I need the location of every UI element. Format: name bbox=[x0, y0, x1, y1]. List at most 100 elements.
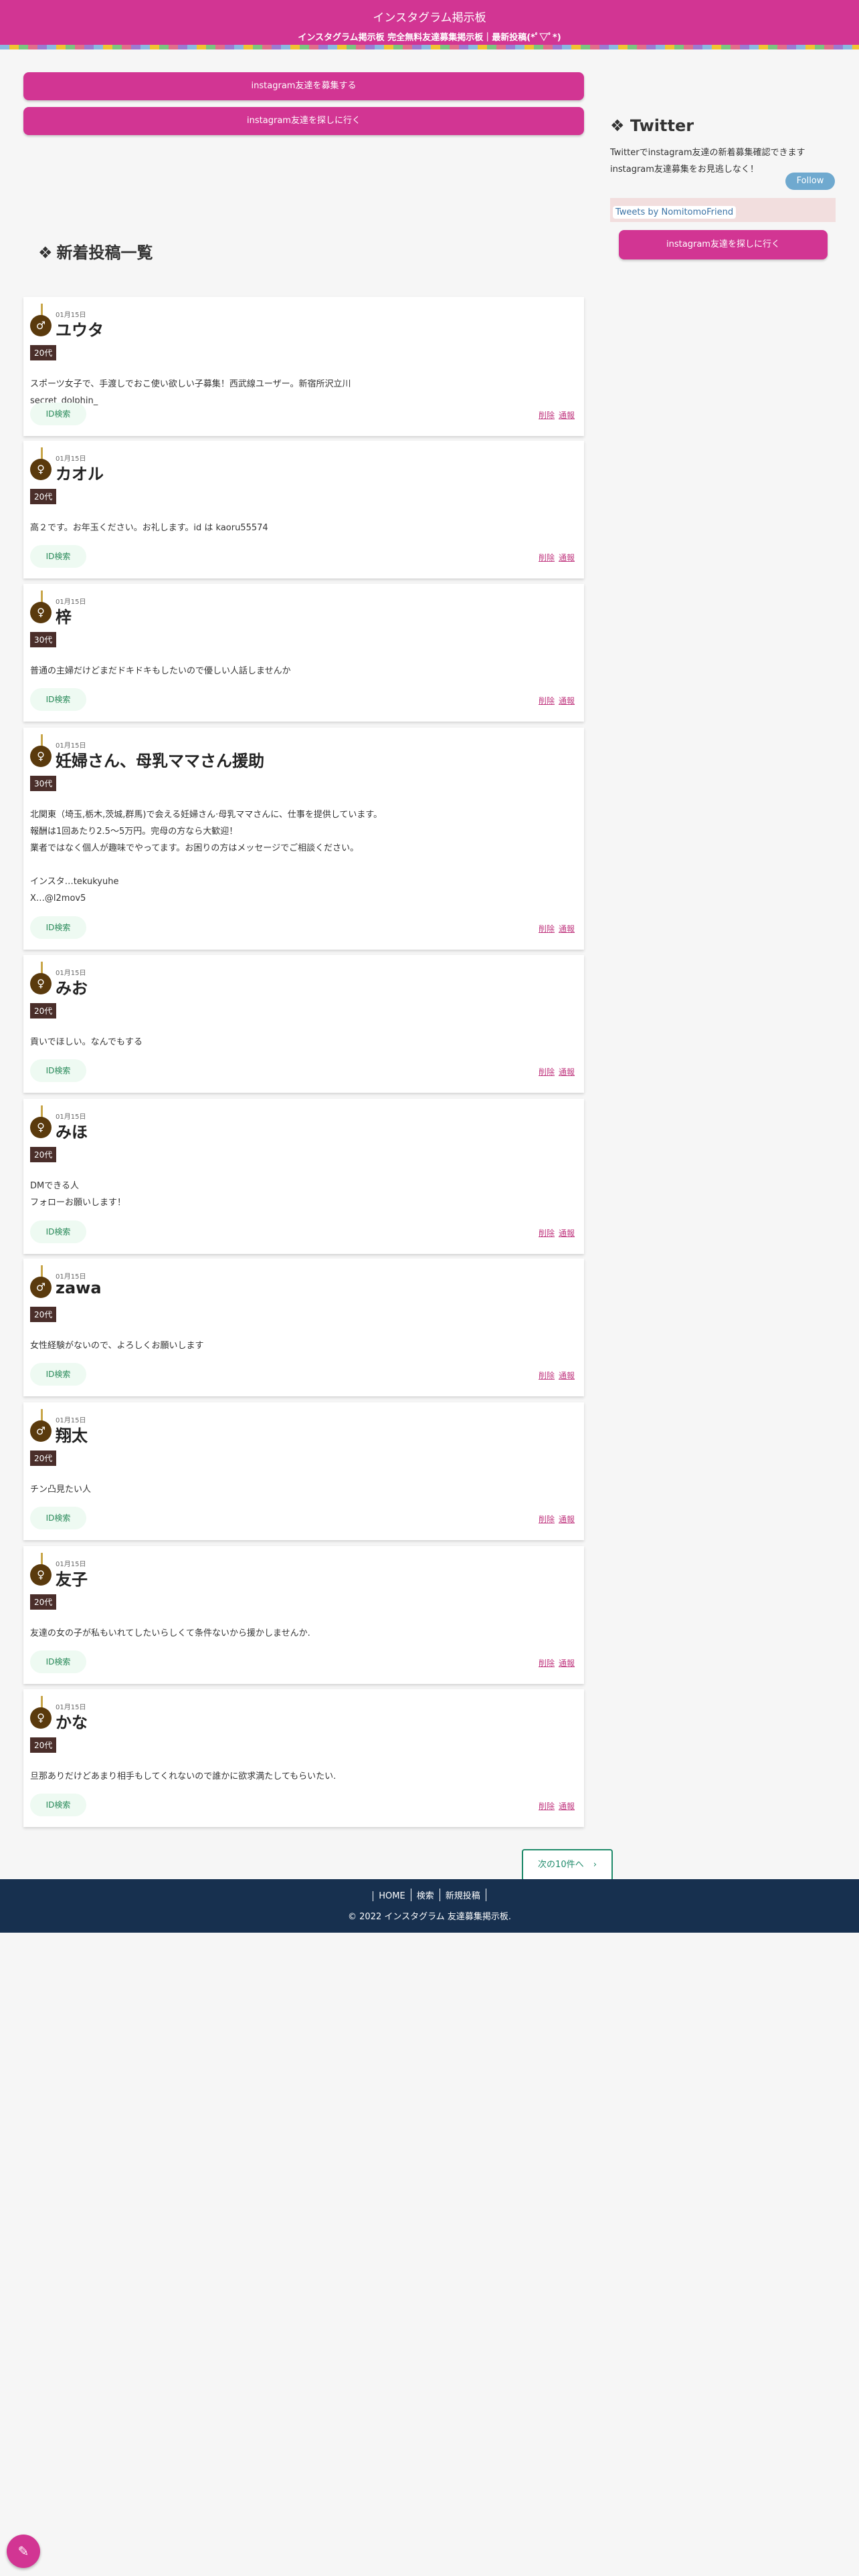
post-card: 01月15日 ♀ 梓 30代 普通の主婦だけどまだドキドキもしたいので優しい人話しません… bbox=[23, 584, 584, 722]
post-accent-line bbox=[41, 1553, 43, 1565]
tweets-embed: Tweets by NomitomoFriend bbox=[610, 198, 836, 222]
post-name: カオル bbox=[56, 465, 104, 484]
site-title[interactable]: インスタグラム掲示板 bbox=[0, 0, 859, 25]
post-message: 旦那ありだけどあまり相手もしてくれないので誰かに欲求満たしてもらいたい. bbox=[30, 1772, 337, 1782]
delete-link[interactable]: 削除 bbox=[539, 411, 555, 420]
post-message: チン凸見たい人 bbox=[30, 1485, 92, 1495]
footer-link-new-post[interactable]: 新規投稿 bbox=[439, 1889, 486, 1901]
site-subtitle: インスタグラム掲示板 完全無料友達募集掲示板｜最新投稿(*ﾟ▽ﾟ*) bbox=[298, 33, 561, 43]
recruit-friend-button[interactable]: instagram友達を募集する bbox=[23, 72, 584, 100]
post-accent-line bbox=[41, 1696, 43, 1708]
post-actions: 削除 通報 bbox=[535, 1800, 575, 1812]
delete-link[interactable]: 削除 bbox=[539, 1228, 555, 1238]
id-search-button[interactable]: ID検索 bbox=[30, 1507, 86, 1529]
delete-link[interactable]: 削除 bbox=[539, 1371, 555, 1380]
delete-link[interactable]: 削除 bbox=[539, 1802, 555, 1811]
post-name: 翔太 bbox=[56, 1426, 88, 1445]
gender-icon: ♀ bbox=[30, 602, 52, 623]
id-search-button[interactable]: ID検索 bbox=[30, 1794, 86, 1816]
id-search-button[interactable]: ID検索 bbox=[30, 403, 86, 425]
follow-button[interactable]: Follow bbox=[785, 173, 835, 190]
gender-icon: ♀ bbox=[30, 459, 52, 480]
chevron-right-icon: › bbox=[593, 1860, 597, 1870]
report-link[interactable]: 通報 bbox=[559, 1067, 575, 1077]
site-footer: HOME 検索 新規投稿 © 2022 インスタグラム 友達募集掲示板. bbox=[0, 1879, 859, 1933]
gender-icon: ♀ bbox=[30, 746, 52, 767]
copyright: © 2022 インスタグラム 友達募集掲示板. bbox=[348, 1912, 511, 1922]
post-message: DMできる人 フォローお願いします！ bbox=[30, 1181, 126, 1208]
delete-link[interactable]: 削除 bbox=[539, 1067, 555, 1077]
post-card: 01月15日 ♀ みほ 20代 DMできる人 フォローお願いします！ ID検索 削除 通報 bbox=[23, 1099, 584, 1254]
post-actions: 削除 通報 bbox=[535, 1513, 575, 1525]
post-actions: 削除 通報 bbox=[535, 1227, 575, 1239]
gender-icon: ♀ bbox=[30, 973, 52, 994]
section-title: ❖ 新着投稿一覧 bbox=[38, 239, 153, 263]
post-name: みお bbox=[56, 979, 88, 998]
post-name: かな bbox=[56, 1713, 88, 1732]
report-link[interactable]: 通報 bbox=[559, 411, 575, 420]
twitter-title: ❖ Twitter bbox=[610, 116, 836, 135]
report-link[interactable]: 通報 bbox=[559, 553, 575, 562]
tweets-link[interactable]: Tweets by NomitomoFriend bbox=[613, 206, 737, 219]
report-link[interactable]: 通報 bbox=[559, 1371, 575, 1380]
id-search-button[interactable]: ID検索 bbox=[30, 1363, 86, 1386]
post-card: 01月15日 ♂ zawa 20代 女性経験がないので、よろしくお願いします ID検索 削除… bbox=[23, 1259, 584, 1396]
post-message: 女性経験がないので、よろしくお願いします bbox=[30, 1341, 204, 1351]
side-find-friend-button[interactable]: instagram友達を探しに行く bbox=[619, 230, 828, 259]
age-badge: 20代 bbox=[30, 1451, 57, 1466]
id-search-button[interactable]: ID検索 bbox=[30, 688, 86, 711]
age-badge: 20代 bbox=[30, 489, 57, 504]
post-actions: 削除 通報 bbox=[535, 552, 575, 563]
gender-icon: ♂ bbox=[30, 1420, 52, 1442]
footer-link-search[interactable]: 検索 bbox=[410, 1889, 440, 1901]
age-badge: 30代 bbox=[30, 632, 57, 647]
delete-link[interactable]: 削除 bbox=[539, 1658, 555, 1668]
post-message: 高２です。お年玉ください。お礼します。id は kaoru55574 bbox=[30, 523, 268, 533]
post-message: 北関東（埼玉,栃木,茨城,群馬)で会える妊婦さん·母乳ママさんに、仕事を提供して… bbox=[30, 810, 383, 903]
next-page-button[interactable]: 次の10件へ › bbox=[522, 1849, 613, 1881]
new-post-fab[interactable]: ✎ bbox=[7, 2535, 40, 2568]
age-badge: 20代 bbox=[30, 1147, 57, 1162]
report-link[interactable]: 通報 bbox=[559, 1515, 575, 1524]
delete-link[interactable]: 削除 bbox=[539, 696, 555, 706]
diamond-icon: ❖ bbox=[38, 243, 53, 262]
delete-link[interactable]: 削除 bbox=[539, 1515, 555, 1524]
id-search-button[interactable]: ID検索 bbox=[30, 1220, 86, 1243]
id-search-button[interactable]: ID検索 bbox=[30, 545, 86, 568]
age-badge: 20代 bbox=[30, 1003, 57, 1018]
id-search-button[interactable]: ID検索 bbox=[30, 1059, 86, 1082]
gender-icon: ♂ bbox=[30, 315, 52, 336]
id-search-button[interactable]: ID検索 bbox=[30, 1650, 86, 1673]
footer-link-home[interactable]: HOME bbox=[373, 1891, 410, 1901]
find-friend-button[interactable]: instagram友達を探しに行く bbox=[23, 107, 584, 135]
report-link[interactable]: 通報 bbox=[559, 1228, 575, 1238]
age-badge: 30代 bbox=[30, 776, 57, 791]
delete-link[interactable]: 削除 bbox=[539, 924, 555, 934]
report-link[interactable]: 通報 bbox=[559, 696, 575, 706]
report-link[interactable]: 通報 bbox=[559, 924, 575, 934]
report-link[interactable]: 通報 bbox=[559, 1658, 575, 1668]
gender-icon: ♀ bbox=[30, 1707, 52, 1729]
gender-icon: ♂ bbox=[30, 1277, 52, 1298]
footer-links: HOME 検索 新規投稿 bbox=[0, 1879, 859, 1901]
post-actions: 削除 通報 bbox=[535, 1066, 575, 1077]
site-header: インスタグラム掲示板 インスタグラム掲示板 完全無料友達募集掲示板｜最新投稿(*… bbox=[0, 0, 859, 49]
delete-link[interactable]: 削除 bbox=[539, 553, 555, 562]
post-name: 妊婦さん、母乳ママさん援助 bbox=[56, 752, 264, 770]
id-search-button[interactable]: ID検索 bbox=[30, 916, 86, 939]
section-title-text: 新着投稿一覧 bbox=[56, 243, 153, 262]
age-badge: 20代 bbox=[30, 1307, 57, 1322]
post-name: ユウタ bbox=[56, 321, 104, 340]
main-column: instagram友達を募集する instagram友達を探しに行く ❖ 新着投稿… bbox=[23, 72, 613, 1881]
post-card: 01月15日 ♀ かな 20代 旦那ありだけどあまり相手もしてくれないので誰かに欲求満た… bbox=[23, 1689, 584, 1827]
post-card: 01月15日 ♂ 翔太 20代 チン凸見たい人 ID検索 削除 通報 bbox=[23, 1402, 584, 1540]
post-accent-line bbox=[41, 304, 43, 316]
post-accent-line bbox=[41, 1409, 43, 1421]
post-accent-line bbox=[41, 1265, 43, 1277]
post-name: 梓 bbox=[56, 608, 72, 627]
post-name: みほ bbox=[56, 1123, 88, 1142]
post-accent-line bbox=[41, 734, 43, 746]
age-badge: 20代 bbox=[30, 1594, 57, 1610]
gender-icon: ♀ bbox=[30, 1564, 52, 1586]
report-link[interactable]: 通報 bbox=[559, 1802, 575, 1811]
